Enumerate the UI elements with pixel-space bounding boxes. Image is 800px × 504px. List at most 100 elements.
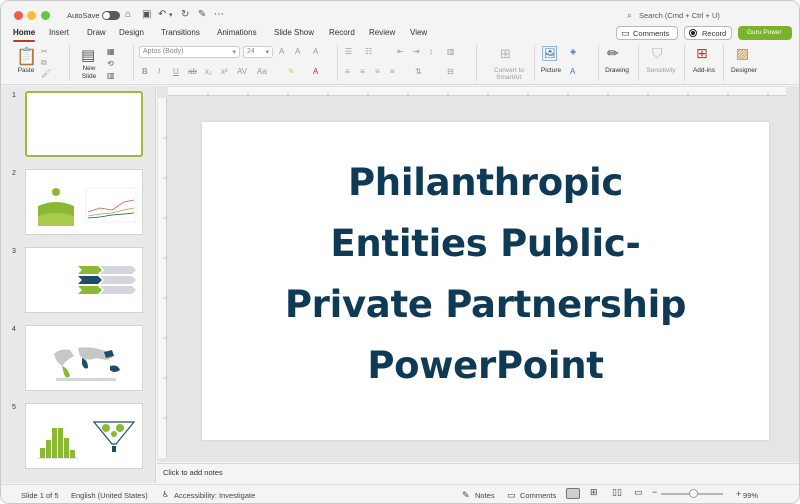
notes-pane[interactable]: Click to add notes [157, 463, 799, 483]
slide-thumbnail-5[interactable] [25, 403, 143, 469]
font-size-field[interactable]: 24 ▾ [243, 46, 273, 58]
align-text-icon[interactable]: ⊟ [447, 67, 454, 76]
ribbon-separator [534, 45, 535, 81]
section-icon[interactable]: ▥ [107, 71, 115, 80]
slide-show-view-button[interactable]: ▭ [634, 487, 643, 498]
comments-button[interactable]: ▭ Comments [616, 26, 678, 40]
shapes-icon[interactable]: ◈ [570, 47, 576, 56]
close-window-button[interactable] [14, 11, 23, 20]
format-painter-qa-icon[interactable]: ✎ [198, 9, 206, 20]
align-left-icon[interactable]: ≡ [345, 67, 350, 76]
text-direction-icon[interactable]: ⇅ [415, 67, 422, 76]
zoom-slider-handle[interactable] [689, 489, 698, 498]
strikethrough-icon[interactable]: ab [188, 67, 197, 76]
undo-icon[interactable]: ↶ [158, 9, 166, 20]
align-right-icon[interactable]: ≡ [375, 67, 380, 76]
zoom-level[interactable]: 99% [743, 491, 758, 500]
font-color-icon[interactable]: A [313, 67, 318, 76]
slide-sorter-view-button[interactable]: ⊞ [590, 487, 598, 498]
tab-home[interactable]: Home [13, 28, 35, 37]
tab-insert[interactable]: Insert [49, 28, 69, 37]
align-center-icon[interactable]: ≡ [360, 67, 365, 76]
reading-view-button[interactable]: ▯▯ [612, 487, 622, 498]
sensitivity-icon[interactable]: ⛉ [652, 45, 663, 62]
reset-icon[interactable]: ⟲ [107, 59, 114, 68]
drawing-icon[interactable]: ✏ [607, 45, 619, 62]
increase-font-icon[interactable]: A [279, 47, 284, 56]
guru-power-button[interactable]: Guru Power [738, 26, 792, 40]
decrease-font-icon[interactable]: A [295, 47, 300, 56]
tab-design[interactable]: Design [119, 28, 144, 37]
columns-icon[interactable]: ▥ [447, 47, 455, 56]
smartart-icon[interactable]: ⊞ [500, 46, 511, 62]
clear-format-icon[interactable]: A [313, 47, 318, 56]
accessibility-status[interactable]: Accessibility: Investigate [174, 491, 255, 500]
more-icon[interactable]: ⋯ [214, 9, 224, 20]
zoom-out-icon[interactable]: − [652, 487, 657, 497]
new-slide-label: New Slide [81, 65, 97, 80]
tab-transitions[interactable]: Transitions [161, 28, 200, 37]
add-ins-icon[interactable]: ⊞ [696, 45, 708, 62]
superscript-icon[interactable]: x² [221, 67, 228, 76]
comment-icon: ▭ [621, 28, 630, 38]
paste-icon[interactable]: 📋 [16, 47, 37, 67]
slide-number: 4 [12, 326, 16, 333]
autosave-label: AutoSave [67, 11, 100, 20]
search-input[interactable]: Search (Cmd + Ctrl + U) [639, 11, 720, 20]
zoom-in-icon[interactable]: + [736, 489, 741, 499]
convert-smartart-label: Convert to SmartArt [494, 67, 524, 81]
redo-icon[interactable]: ↻ [181, 9, 189, 20]
highlight-icon[interactable]: ✎ [288, 67, 295, 76]
zoom-window-button[interactable] [41, 11, 50, 20]
tab-view[interactable]: View [410, 28, 427, 37]
text-box-icon[interactable]: A [570, 67, 575, 76]
copy-icon[interactable]: ⧉ [41, 58, 47, 68]
subscript-icon[interactable]: x₂ [205, 67, 212, 76]
ribbon-separator [133, 45, 134, 81]
numbering-icon[interactable]: ☷ [365, 47, 372, 56]
format-painter-icon[interactable]: 🖌 [41, 69, 51, 78]
notes-toggle[interactable]: Notes [475, 491, 495, 500]
ribbon-separator [598, 45, 599, 81]
language-status[interactable]: English (United States) [71, 491, 148, 500]
tab-slide-show[interactable]: Slide Show [274, 28, 314, 37]
minimize-window-button[interactable] [27, 11, 36, 20]
line-spacing-icon[interactable]: ↕ [429, 47, 433, 56]
cut-icon[interactable]: ✂ [41, 47, 48, 56]
save-icon[interactable]: ▣ [142, 9, 151, 20]
slide-thumbnail-1[interactable] [25, 91, 143, 157]
record-button[interactable]: Record [684, 26, 732, 40]
bold-icon[interactable]: B [142, 67, 148, 76]
underline-icon[interactable]: U [173, 67, 179, 76]
normal-view-button[interactable] [566, 488, 580, 499]
record-button-label: Record [702, 29, 727, 38]
decrease-indent-icon[interactable]: ⇤ [397, 47, 404, 56]
char-spacing-icon[interactable]: AV [237, 67, 247, 76]
picture-icon[interactable]: 🖼 [541, 45, 559, 62]
autosave-toggle[interactable] [102, 11, 120, 20]
slide-thumbnail-3[interactable] [25, 247, 143, 313]
search-icon: ⌕ [627, 10, 633, 20]
comments-toggle[interactable]: Comments [520, 491, 556, 500]
current-slide[interactable]: Philanthropic Entities Public- Private P… [202, 122, 769, 440]
slide-thumbnail-2[interactable] [25, 169, 143, 235]
layout-icon[interactable]: ▦ [107, 47, 115, 56]
justify-icon[interactable]: ≡ [390, 67, 395, 76]
italic-icon[interactable]: I [158, 67, 160, 76]
undo-dropdown-icon[interactable]: ▾ [169, 11, 173, 19]
font-name-field[interactable]: Aptos (Body) ▾ [139, 46, 240, 58]
tab-draw[interactable]: Draw [87, 28, 106, 37]
designer-icon[interactable]: ▨ [736, 45, 749, 62]
tab-record[interactable]: Record [329, 28, 355, 37]
change-case-icon[interactable]: Aa [257, 67, 267, 76]
slide-thumbnail-4[interactable] [25, 325, 143, 391]
tab-animations[interactable]: Animations [217, 28, 257, 37]
bullets-icon[interactable]: ☰ [345, 47, 352, 56]
slide-title[interactable]: Philanthropic Entities Public- Private P… [242, 152, 729, 396]
increase-indent-icon[interactable]: ⇥ [413, 47, 420, 56]
slide-thumbnail-panel[interactable]: 1 2 3 4 5 [1, 86, 156, 483]
new-slide-icon[interactable]: ▤ [81, 46, 95, 64]
home-icon[interactable]: ⌂ [125, 9, 131, 20]
tab-review[interactable]: Review [369, 28, 395, 37]
notes-placeholder: Click to add notes [163, 468, 223, 477]
